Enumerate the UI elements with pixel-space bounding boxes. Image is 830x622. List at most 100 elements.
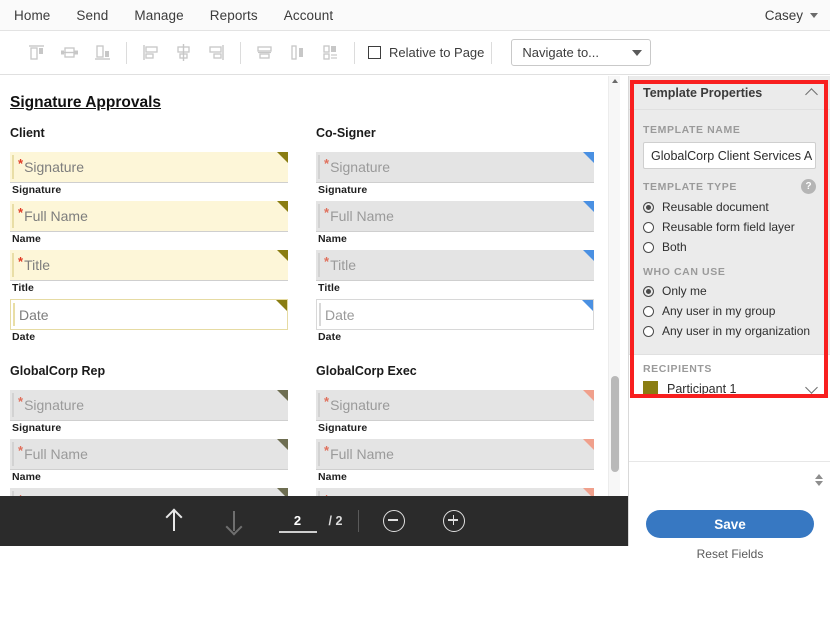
previous-page-button[interactable] <box>155 502 193 540</box>
radio-only-me[interactable]: Only me <box>643 284 816 298</box>
field-caption: Title <box>12 282 34 294</box>
align-right-icon <box>209 45 224 60</box>
match-size-button[interactable] <box>314 38 347 68</box>
recipient-color-swatch <box>643 381 658 396</box>
required-asterisk-icon: * <box>324 394 330 409</box>
template-name-input[interactable]: GlobalCorp Client Services A <box>643 142 816 169</box>
user-menu[interactable]: Casey <box>765 0 818 31</box>
template-properties-header[interactable]: Template Properties <box>629 76 830 110</box>
radio-button-icon <box>643 221 654 233</box>
required-asterisk-icon: * <box>18 488 23 497</box>
field-left-bar <box>318 253 320 277</box>
field-left-bar <box>12 155 14 179</box>
nav-item-send[interactable]: Send <box>76 8 108 23</box>
radio-reusable-document[interactable]: Reusable document <box>643 200 816 214</box>
nav-item-home[interactable]: Home <box>14 8 50 23</box>
help-icon[interactable]: ? <box>801 179 816 194</box>
align-center-button[interactable] <box>167 38 200 68</box>
spinner-down-icon[interactable] <box>815 481 823 486</box>
field-left-bar <box>12 204 14 228</box>
required-asterisk-icon: * <box>18 443 24 458</box>
field-corner-marker-icon <box>277 390 288 401</box>
field-exec-fullname[interactable]: * Full Name <box>316 439 594 470</box>
field-cosigner-signature[interactable]: * Signature <box>316 152 594 183</box>
radio-label: Reusable form field layer <box>662 220 795 234</box>
radio-both[interactable]: Both <box>643 240 816 254</box>
zoom-out-button[interactable] <box>375 502 413 540</box>
radio-any-user-in-my-organization[interactable]: Any user in my organization <box>643 324 816 338</box>
align-left-icon <box>143 45 158 60</box>
navigate-to-value: Navigate to... <box>522 45 600 60</box>
align-middle-icon <box>61 47 78 58</box>
field-caption: Signature <box>318 422 368 434</box>
reset-fields-link[interactable]: Reset Fields <box>629 547 830 561</box>
field-caption: Title <box>318 282 340 294</box>
distribute-tool-group <box>248 38 347 68</box>
field-block: * Title <box>316 488 604 496</box>
scrollbar-thumb[interactable] <box>611 376 619 472</box>
align-top-button[interactable] <box>20 38 53 68</box>
recipients-section: RECIPIENTS Participant 1 <box>629 354 830 406</box>
align-middle-button[interactable] <box>53 38 86 68</box>
align-left-button[interactable] <box>134 38 167 68</box>
field-block: * Title Title <box>10 250 298 294</box>
zoom-in-icon <box>443 510 466 532</box>
field-placeholder: Full Name <box>24 208 88 224</box>
nav-item-account[interactable]: Account <box>284 8 333 23</box>
field-placeholder: Title <box>330 257 356 273</box>
panel-spinner-control[interactable] <box>815 474 823 486</box>
scroll-up-arrow-icon[interactable] <box>612 79 618 83</box>
top-navigation-bar: Home Send Manage Reports Account Casey <box>0 0 830 31</box>
field-left-bar <box>318 204 320 228</box>
field-cosigner-date[interactable]: Date <box>316 299 594 330</box>
field-caption: Date <box>12 331 36 343</box>
field-placeholder: Date <box>325 306 355 323</box>
nav-item-manage[interactable]: Manage <box>134 8 183 23</box>
radio-label: Only me <box>662 284 707 298</box>
field-client-fullname[interactable]: * Full Name <box>10 201 288 232</box>
required-asterisk-icon: * <box>324 205 330 220</box>
field-client-title[interactable]: * Title <box>10 250 288 281</box>
field-exec-title[interactable]: * Title <box>316 488 594 496</box>
field-caption: Name <box>12 471 41 483</box>
align-bottom-icon <box>95 45 110 60</box>
save-button[interactable]: Save <box>646 510 814 538</box>
field-cosigner-title[interactable]: * Title <box>316 250 594 281</box>
field-placeholder: Signature <box>330 159 390 175</box>
distribute-vertical-button[interactable] <box>248 38 281 68</box>
chevron-down-icon[interactable] <box>805 380 818 394</box>
align-bottom-button[interactable] <box>86 38 119 68</box>
recipient-participant-1[interactable]: Participant 1 <box>643 380 818 396</box>
field-cosigner-fullname[interactable]: * Full Name <box>316 201 594 232</box>
align-right-button[interactable] <box>200 38 233 68</box>
document-canvas[interactable]: Signature Approvals Client * Signature S… <box>0 76 620 496</box>
distribute-horizontal-icon <box>291 45 303 60</box>
template-type-label: TEMPLATE TYPE <box>643 180 737 193</box>
field-rep-fullname[interactable]: * Full Name <box>10 439 288 470</box>
radio-label: Reusable document <box>662 200 769 214</box>
required-asterisk-icon: * <box>324 488 329 497</box>
navigate-to-select[interactable]: Navigate to... <box>511 39 652 66</box>
field-client-signature[interactable]: * Signature <box>10 152 288 183</box>
zoom-in-button[interactable] <box>435 502 473 540</box>
relative-to-page-checkbox[interactable]: Relative to Page <box>368 45 484 60</box>
field-left-bar <box>12 393 14 417</box>
nav-item-reports[interactable]: Reports <box>210 8 258 23</box>
bottom-separator <box>358 510 360 532</box>
field-client-date[interactable]: Date <box>10 299 288 330</box>
chevron-up-icon[interactable] <box>805 87 818 101</box>
field-block: * Signature Signature <box>316 390 604 434</box>
radio-any-user-in-my-group[interactable]: Any user in my group <box>643 304 816 318</box>
field-rep-title[interactable]: * Title <box>10 488 288 496</box>
radio-button-icon <box>643 305 654 317</box>
field-placeholder: Signature <box>24 397 84 413</box>
next-page-button[interactable] <box>215 502 253 540</box>
spinner-up-icon[interactable] <box>815 474 823 479</box>
field-exec-signature[interactable]: * Signature <box>316 390 594 421</box>
field-rep-signature[interactable]: * Signature <box>10 390 288 421</box>
document-scrollbar[interactable] <box>608 76 620 496</box>
radio-reusable-form-field-layer[interactable]: Reusable form field layer <box>643 220 816 234</box>
distribute-horizontal-button[interactable] <box>281 38 314 68</box>
radio-button-icon <box>643 285 654 297</box>
current-page-input[interactable]: 2 <box>278 509 317 533</box>
